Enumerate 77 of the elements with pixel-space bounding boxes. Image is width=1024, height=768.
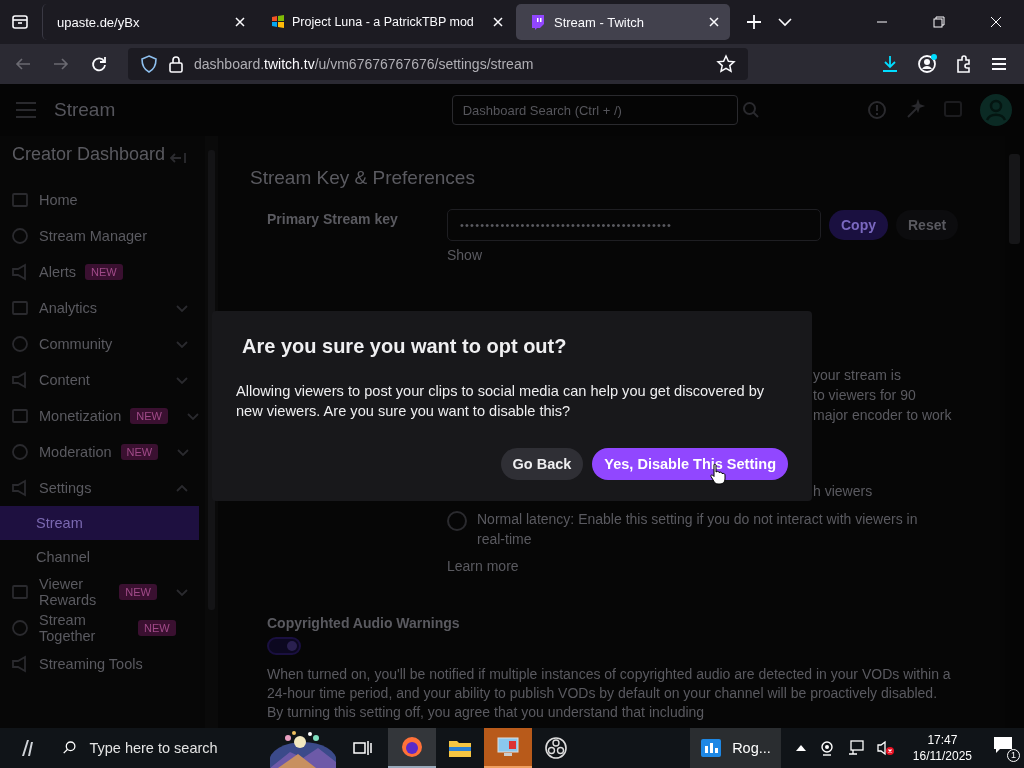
- dialog-text: Allowing viewers to post your clips to social media can help you get discovered by new viewers. Are you sure you want to disable this?: [236, 382, 766, 421]
- sidebar-subitem[interactable]: Stream: [0, 506, 199, 540]
- description-text: to viewers for 90: [813, 386, 917, 405]
- description-text: When turned on, you'll be notified if multiple instances of copyrighted audio are detected in your VODs within a 24-hour time period, and your ability to publish VODs by default on your channel will be proactively disabled. By turning this setting off, you agree that you understand that including: [267, 665, 952, 722]
- search-field[interactable]: Dashboard Search (Ctrl + /): [451, 95, 738, 125]
- sidebar-item[interactable]: Viewer Rewards NEW: [0, 574, 205, 610]
- clock-date[interactable]: 16/11/2025: [912, 748, 972, 764]
- page-title: Stream: [54, 99, 116, 121]
- notification-button[interactable]: 1: [992, 734, 1020, 762]
- close-icon[interactable]: [492, 16, 504, 28]
- firefox-taskbar-icon[interactable]: [388, 728, 436, 768]
- restore-icon[interactable]: [933, 16, 945, 28]
- description-text: your stream is: [813, 366, 902, 385]
- sidebar-item[interactable]: Home: [0, 182, 205, 218]
- app-label: Rog...: [732, 740, 771, 756]
- section-title: Stream Key & Preferences: [250, 166, 476, 190]
- dialog-title: Are you sure you want to opt out?: [241, 334, 568, 359]
- field-label: Primary Stream key: [266, 211, 399, 227]
- reload-icon[interactable]: [90, 55, 108, 73]
- sidebar-item[interactable]: Content: [0, 362, 205, 398]
- webcam-icon[interactable]: [818, 740, 835, 756]
- address-bar[interactable]: dashboard.twitch.tv/u/vm67676767676/settings/stream: [128, 48, 748, 80]
- confirm-button[interactable]: Yes, Disable This Setting: [592, 448, 788, 480]
- sidebar-title: Creator Dashboard: [12, 144, 167, 164]
- close-icon[interactable]: [990, 16, 1002, 28]
- sidebar-item[interactable]: Monetization NEW: [0, 398, 205, 434]
- account-icon[interactable]: [916, 53, 938, 75]
- show-link[interactable]: Show: [447, 247, 483, 263]
- sidebar-item[interactable]: Community: [0, 326, 205, 362]
- radio-button[interactable]: [447, 511, 467, 531]
- lock-icon[interactable]: [168, 55, 184, 73]
- new-badge: NEW: [120, 444, 159, 460]
- download-icon[interactable]: [880, 54, 900, 74]
- sidebar-item[interactable]: Stream Together NEW: [0, 610, 205, 646]
- menu-icon[interactable]: [990, 55, 1008, 73]
- star-icon[interactable]: [716, 54, 736, 74]
- twitch-logo-icon: [530, 14, 546, 30]
- new-badge: NEW: [85, 264, 123, 280]
- browser-tab[interactable]: Stream - Twitch: [516, 4, 730, 40]
- sidebar-item[interactable]: Analytics: [0, 290, 205, 326]
- url-text: dashboard.twitch.tv/u/vm67676767676/settings/stream: [194, 56, 534, 72]
- sidebar-subitem[interactable]: Channel: [0, 540, 199, 574]
- muted-speaker-icon[interactable]: [876, 740, 895, 756]
- new-badge: NEW: [138, 620, 176, 636]
- reset-button[interactable]: Reset: [896, 210, 959, 240]
- new-badge: NEW: [119, 584, 157, 600]
- task-view-icon[interactable]: [352, 738, 372, 758]
- sidebar-item[interactable]: Settings: [0, 470, 205, 506]
- description-text: major encoder to work: [813, 406, 953, 425]
- network-icon[interactable]: [846, 740, 865, 756]
- copy-button[interactable]: Copy: [829, 210, 888, 240]
- close-icon[interactable]: [708, 16, 720, 28]
- option-text: Normal latency: Enable this setting if you do not interact with viewers in real-time: [477, 510, 919, 549]
- tab-list-icon[interactable]: [10, 12, 30, 32]
- sidebar-item[interactable]: Moderation NEW: [0, 434, 205, 470]
- new-badge: NEW: [130, 408, 168, 424]
- clock-time[interactable]: 17:47: [927, 732, 958, 748]
- sidebar-item[interactable]: Streaming Tools: [0, 646, 205, 682]
- shield-icon[interactable]: [140, 55, 158, 73]
- close-icon[interactable]: [234, 16, 246, 28]
- notification-count: 1: [1007, 748, 1020, 762]
- sidebar-item[interactable]: Stream Manager: [0, 218, 205, 254]
- go-back-button[interactable]: Go Back: [500, 448, 584, 480]
- bar-chart-app-icon: [700, 738, 723, 758]
- toggle-switch[interactable]: [267, 637, 301, 655]
- windows-flag-icon: [270, 14, 286, 30]
- browser-tab[interactable]: Project Luna - a PatrickTBP mod: [260, 4, 512, 40]
- sidebar-item[interactable]: Alerts NEW: [0, 254, 205, 290]
- taskbar-app[interactable]: Rog...: [690, 728, 781, 768]
- browser-tab[interactable]: upaste.de/yBx: [42, 4, 256, 40]
- setting-title: Copyrighted Audio Warnings: [267, 614, 460, 633]
- new-tab-icon[interactable]: [746, 14, 762, 30]
- stream-key-field[interactable]: ••••••••••••••••••••••••••••••••••••••••••: [447, 209, 821, 241]
- search-field[interactable]: Type here to search: [87, 739, 270, 757]
- caret-up-icon[interactable]: [794, 743, 807, 753]
- learn-more-link[interactable]: Learn more: [447, 557, 519, 575]
- option-text: h viewers: [813, 482, 874, 501]
